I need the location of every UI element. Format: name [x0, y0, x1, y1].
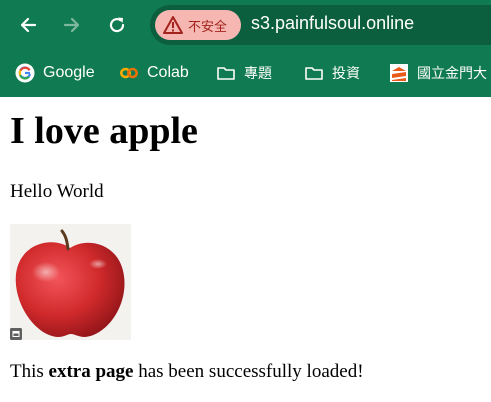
browser-toolbar: 不安全 s3.painfulsoul.online [0, 0, 491, 50]
warning-triangle-icon [163, 16, 183, 34]
bookmark-university[interactable]: 國立金門大 [389, 60, 487, 86]
bookmark-folder-invest[interactable]: 投資 [304, 60, 360, 86]
bookmark-label: 專題 [244, 66, 272, 82]
back-arrow-icon [20, 17, 37, 33]
status-suffix: has been successfully loaded! [133, 361, 364, 382]
colab-icon [120, 67, 138, 79]
bookmark-label: 國立金門大 [417, 66, 487, 82]
page-heading: I love apple [10, 110, 198, 152]
url-text[interactable]: s3.painfulsoul.online [251, 13, 414, 34]
folder-icon [305, 67, 323, 80]
status-message: This extra page has been successfully lo… [10, 361, 364, 383]
forward-button[interactable] [57, 10, 87, 40]
google-icon [15, 63, 35, 83]
bookmark-label: 投資 [332, 66, 360, 82]
image-badge-icon [10, 328, 22, 340]
security-chip-label: 不安全 [188, 19, 228, 35]
forward-arrow-icon [63, 17, 80, 33]
bookmark-google[interactable]: Google [15, 60, 95, 86]
bookmark-folder-project[interactable]: 專題 [216, 60, 272, 86]
back-button[interactable] [13, 10, 43, 40]
bookmark-label: Colab [147, 64, 189, 81]
apple-image [10, 224, 131, 340]
reload-icon [109, 17, 125, 33]
bookmarks-bar: Google Colab 專題 投資 國立金門大 [0, 50, 491, 97]
folder-icon [217, 67, 235, 80]
bookmark-label: Google [43, 64, 95, 81]
bookmark-colab[interactable]: Colab [119, 60, 189, 86]
hello-paragraph: Hello World [10, 181, 104, 202]
page-content: I love apple Hello World This extra page… [0, 97, 491, 402]
status-prefix: This [10, 361, 49, 382]
reload-button[interactable] [102, 10, 132, 40]
university-icon [390, 64, 408, 82]
security-chip[interactable]: 不安全 [155, 10, 241, 40]
status-bold: extra page [48, 361, 134, 382]
